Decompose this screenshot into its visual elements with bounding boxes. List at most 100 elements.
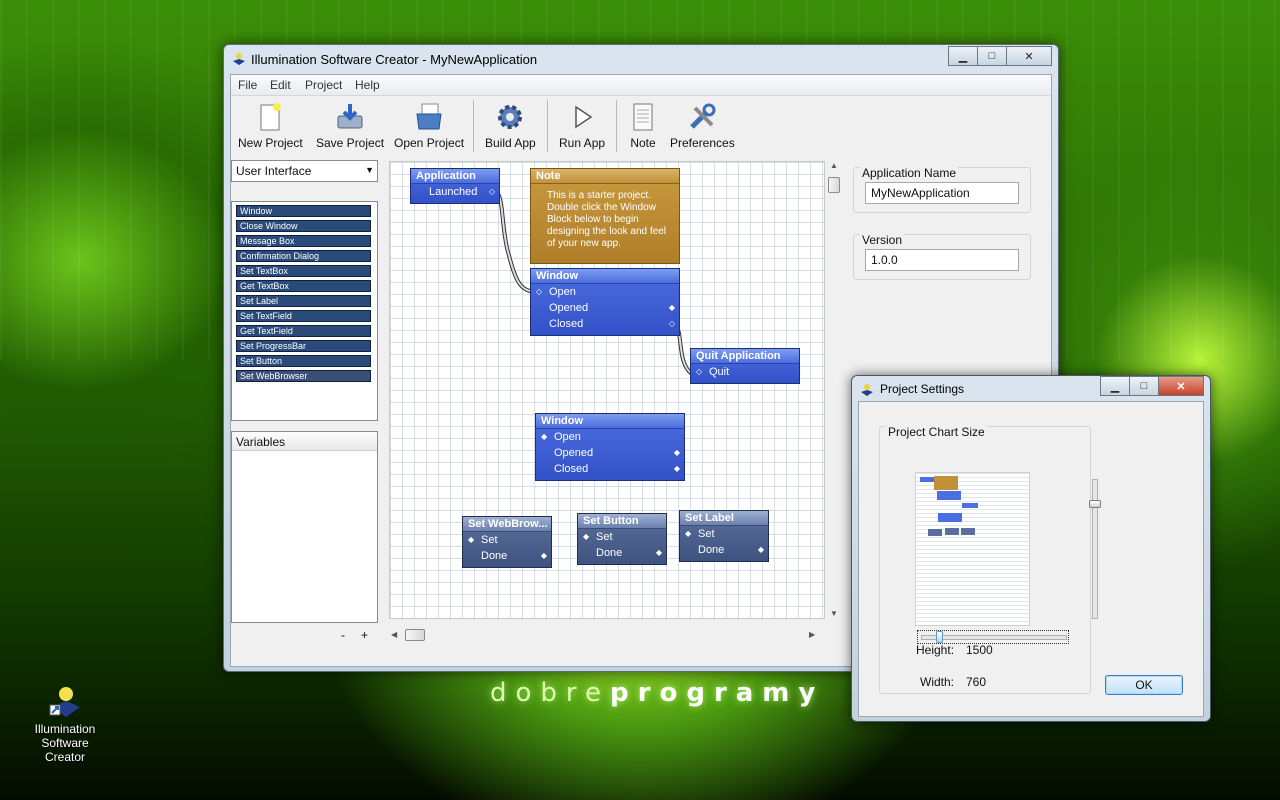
port-set: Set: [698, 528, 715, 540]
note-text: This is a starter project. Double click …: [547, 190, 666, 249]
input-port-icon[interactable]: ◆: [468, 532, 474, 548]
output-port-icon[interactable]: ◆: [674, 461, 680, 477]
node-window-title: Window: [536, 414, 684, 429]
output-port-icon[interactable]: ◆: [656, 545, 662, 561]
node-note[interactable]: Note This is a starter project. Double c…: [530, 168, 680, 264]
block-item-set-textfield[interactable]: Set TextField: [236, 310, 371, 322]
output-port-icon[interactable]: ◆: [674, 445, 680, 461]
output-port-icon[interactable]: ◆: [758, 542, 764, 558]
port-open: Open: [554, 431, 581, 443]
run-app-button[interactable]: Run App: [559, 102, 605, 150]
node-application[interactable]: Application Launched ◇: [410, 168, 500, 204]
block-item-set-textbox[interactable]: Set TextBox: [236, 265, 371, 277]
port-set: Set: [596, 531, 613, 543]
version-label: Version: [860, 233, 905, 247]
node-window-1[interactable]: Window ◇ Open Opened ◆ Closed ◇: [530, 268, 680, 336]
application-name-input[interactable]: MyNewApplication: [865, 182, 1019, 204]
output-port-icon[interactable]: ◇: [489, 184, 495, 200]
shortcut-label-line2: Software Creator: [41, 736, 89, 764]
project-chart[interactable]: Application Launched ◇ Note This is a sta…: [389, 161, 825, 619]
block-item-get-textfield[interactable]: Get TextField: [236, 325, 371, 337]
category-select-value: User Interface: [236, 164, 312, 178]
note-button[interactable]: Note: [628, 102, 658, 150]
node-window-title: Window: [531, 269, 679, 284]
gear-icon: [498, 105, 523, 129]
output-port-icon[interactable]: ◆: [669, 300, 675, 316]
input-port-icon[interactable]: ◇: [696, 364, 702, 380]
save-project-button[interactable]: Save Project: [316, 102, 384, 150]
scroll-left-icon[interactable]: ◀: [391, 630, 397, 639]
slider-knob[interactable]: [936, 631, 943, 643]
build-app-button[interactable]: Build App: [485, 102, 536, 150]
block-item-close-window[interactable]: Close Window: [236, 220, 371, 232]
input-port-icon[interactable]: ◆: [541, 429, 547, 445]
open-project-button[interactable]: Open Project: [394, 102, 464, 150]
block-item-message-box[interactable]: Message Box: [236, 235, 371, 247]
desktop-shortcut[interactable]: Illumination Software Creator: [20, 685, 110, 764]
menu-file[interactable]: File: [238, 78, 257, 92]
node-quit-application[interactable]: Quit Application ◇ Quit: [690, 348, 800, 384]
port-launched: Launched: [429, 186, 478, 198]
scroll-thumb[interactable]: [405, 629, 425, 641]
input-port-icon[interactable]: ◇: [536, 284, 542, 300]
new-project-label: New Project: [238, 136, 303, 150]
note-label: Note: [630, 136, 656, 150]
ok-button[interactable]: OK: [1105, 675, 1183, 695]
remove-variable-button[interactable]: -: [341, 628, 345, 642]
dialog-window-controls: ▁ □ ✕: [1100, 376, 1204, 396]
minimize-button[interactable]: ▁: [948, 46, 978, 66]
port-opened: Opened: [554, 447, 594, 459]
block-item-set-webbrowser[interactable]: Set WebBrowser: [236, 370, 371, 382]
maximize-button[interactable]: □: [977, 46, 1007, 66]
block-item-window[interactable]: Window: [236, 205, 371, 217]
port-closed: Closed: [554, 463, 589, 475]
block-item-set-button[interactable]: Set Button: [236, 355, 371, 367]
chart-height-slider[interactable]: [1089, 479, 1101, 619]
version-input[interactable]: 1.0.0: [865, 249, 1019, 271]
maximize-button[interactable]: □: [1129, 376, 1159, 396]
variables-panel: Variables: [231, 431, 378, 623]
scroll-down-icon[interactable]: ▼: [830, 609, 838, 618]
block-item-set-label[interactable]: Set Label: [236, 295, 371, 307]
node-set-webbrowser[interactable]: Set WebBrow... ◆ Set Done ◆: [462, 516, 552, 568]
new-project-button[interactable]: New Project: [238, 102, 303, 150]
slider-knob[interactable]: [1089, 500, 1101, 508]
input-port-icon[interactable]: ◆: [685, 526, 691, 542]
chart-width-slider[interactable]: [917, 630, 1069, 644]
dialog-title: Project Settings: [880, 382, 965, 396]
window-title: Illumination Software Creator - MyNewApp…: [251, 52, 538, 67]
output-port-icon[interactable]: ◆: [541, 548, 547, 564]
scroll-up-icon[interactable]: ▲: [830, 161, 838, 170]
block-item-confirmation-dialog[interactable]: Confirmation Dialog: [236, 250, 371, 262]
add-variable-button[interactable]: +: [361, 628, 368, 642]
dialog-client: Project Chart Size Height: 1500 Width: 7…: [858, 401, 1204, 717]
node-set-button[interactable]: Set Button ◆ Set Done ◆: [577, 513, 667, 565]
close-icon: ✕: [1024, 50, 1034, 63]
preferences-button[interactable]: Preferences: [670, 102, 735, 150]
menu-edit[interactable]: Edit: [270, 78, 291, 92]
input-port-icon[interactable]: ◆: [583, 529, 589, 545]
close-button[interactable]: ✕: [1006, 46, 1052, 66]
chart-horizontal-scrollbar[interactable]: ◀ ▶: [389, 628, 823, 642]
version-group: Version 1.0.0: [853, 233, 1031, 280]
scroll-right-icon[interactable]: ▶: [809, 630, 815, 639]
category-select[interactable]: User Interface ▼: [231, 160, 378, 182]
note-icon: [633, 103, 653, 131]
port-done: Done: [698, 544, 725, 556]
minimize-icon: ▁: [958, 50, 968, 63]
node-window-2[interactable]: Window ◆ Open Opened ◆ Closed ◆: [535, 413, 685, 481]
minimize-button[interactable]: ▁: [1100, 376, 1130, 396]
output-port-icon[interactable]: ◇: [669, 316, 675, 332]
node-set-label[interactable]: Set Label ◆ Set Done ◆: [679, 510, 769, 562]
scroll-thumb[interactable]: [828, 177, 840, 193]
title-bar[interactable]: Illumination Software Creator - MyNewApp…: [224, 45, 1058, 73]
close-button[interactable]: ✕: [1158, 376, 1204, 396]
block-item-get-textbox[interactable]: Get TextBox: [236, 280, 371, 292]
menu-help[interactable]: Help: [355, 78, 380, 92]
menu-project[interactable]: Project: [305, 78, 342, 92]
open-project-icon: [416, 103, 442, 130]
preferences-label: Preferences: [670, 136, 735, 150]
port-quit: Quit: [709, 366, 730, 378]
block-item-set-progressbar[interactable]: Set ProgressBar: [236, 340, 371, 352]
chart-vertical-scrollbar[interactable]: ▲ ▼: [827, 161, 841, 621]
